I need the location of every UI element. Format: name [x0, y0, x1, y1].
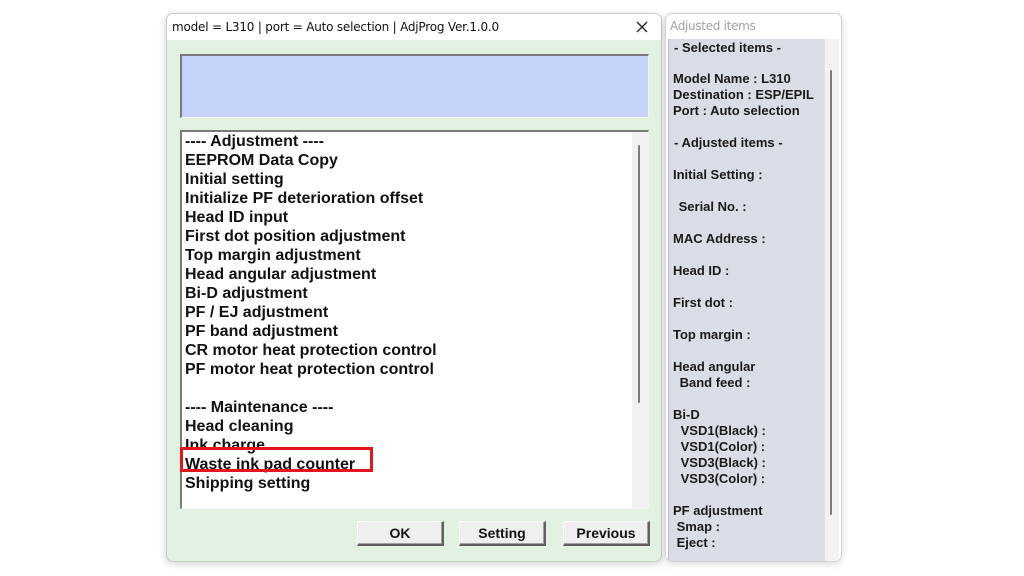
previous-button[interactable]: Previous [563, 521, 650, 546]
list-item-initial-setting[interactable]: Initial setting [184, 170, 632, 189]
first-dot-value: First dot : [673, 295, 733, 310]
adjusted-items-heading: - Adjusted items - [674, 135, 783, 150]
mac-address-value: MAC Address : [673, 231, 766, 246]
selected-items-heading: - Selected items - [674, 40, 781, 55]
adjusted-items-scroll-thumb[interactable] [830, 70, 832, 515]
function-list[interactable]: ---- Adjustment ---- EEPROM Data Copy In… [180, 130, 649, 509]
eject-value: Eject : [673, 535, 716, 550]
port: Port : Auto selection [673, 103, 800, 118]
list-item-waste-ink-pad-counter[interactable]: Waste ink pad counter [184, 455, 632, 474]
list-item-top-margin-adjustment[interactable]: Top margin adjustment [184, 246, 632, 265]
model-name: Model Name : L310 [673, 71, 791, 86]
list-item-head-id-input[interactable]: Head ID input [184, 208, 632, 227]
list-item-eeprom-data-copy[interactable]: EEPROM Data Copy [184, 151, 632, 170]
destination: Destination : ESP/EPIL [673, 87, 814, 102]
list-header-adjustment: ---- Adjustment ---- [185, 133, 324, 150]
serial-no-value: Serial No. : [675, 199, 747, 214]
close-button[interactable] [629, 16, 655, 38]
list-item-shipping-setting[interactable]: Shipping setting [184, 474, 632, 493]
list-item-cr-motor-heat-protection[interactable]: CR motor heat protection control [184, 341, 632, 360]
function-list-scroll-thumb[interactable] [638, 145, 640, 403]
function-list-scrollbar[interactable] [632, 132, 648, 508]
list-item-head-cleaning[interactable]: Head cleaning [184, 417, 632, 436]
title-bar[interactable]: model = L310 | port = Auto selection | A… [167, 14, 661, 40]
list-item-initialize-pf-deterioration-offset[interactable]: Initialize PF deterioration offset [184, 189, 632, 208]
status-display [180, 54, 649, 118]
bi-d-label: Bi-D [673, 407, 700, 422]
smap-value: Smap : [673, 519, 720, 534]
adjusted-items-panel: Adjusted items - Selected items - Model … [665, 13, 842, 562]
top-margin-value: Top margin : [673, 327, 751, 342]
list-header-maintenance: ---- Maintenance ---- [185, 399, 334, 416]
list-item-ink-charge[interactable]: Ink charge [184, 436, 632, 455]
ok-button[interactable]: OK [357, 521, 444, 546]
vsd1-black-value: VSD1(Black) : [677, 423, 766, 438]
head-id-value: Head ID : [673, 263, 730, 278]
adjusted-items-scrollbar[interactable] [824, 39, 839, 561]
panel-title: Adjusted items [670, 19, 756, 33]
close-icon [636, 21, 648, 33]
initial-setting-value: Initial Setting : [673, 167, 763, 182]
adjusted-items-content: - Selected items - Model Name : L310 Des… [668, 39, 825, 561]
vsd3-color-value: VSD3(Color) : [677, 471, 766, 486]
adjprog-dialog: model = L310 | port = Auto selection | A… [166, 13, 662, 562]
list-item-pf-motor-heat-protection[interactable]: PF motor heat protection control [184, 360, 632, 379]
pf-adjustment-label: PF adjustment [673, 503, 763, 518]
band-feed-value: Band feed : [676, 375, 751, 390]
function-list-items: ---- Adjustment ---- EEPROM Data Copy In… [184, 132, 632, 493]
list-item-pf-ej-adjustment[interactable]: PF / EJ adjustment [184, 303, 632, 322]
list-item-pf-band-adjustment[interactable]: PF band adjustment [184, 322, 632, 341]
list-item-first-dot-position-adjustment[interactable]: First dot position adjustment [184, 227, 632, 246]
vsd3-black-value: VSD3(Black) : [677, 455, 766, 470]
setting-button[interactable]: Setting [459, 521, 546, 546]
list-item-head-angular-adjustment[interactable]: Head angular adjustment [184, 265, 632, 284]
list-item-bi-d-adjustment[interactable]: Bi-D adjustment [184, 284, 632, 303]
head-angular-label: Head angular [673, 359, 756, 374]
window-title: model = L310 | port = Auto selection | A… [172, 20, 499, 34]
vsd1-color-value: VSD1(Color) : [677, 439, 766, 454]
